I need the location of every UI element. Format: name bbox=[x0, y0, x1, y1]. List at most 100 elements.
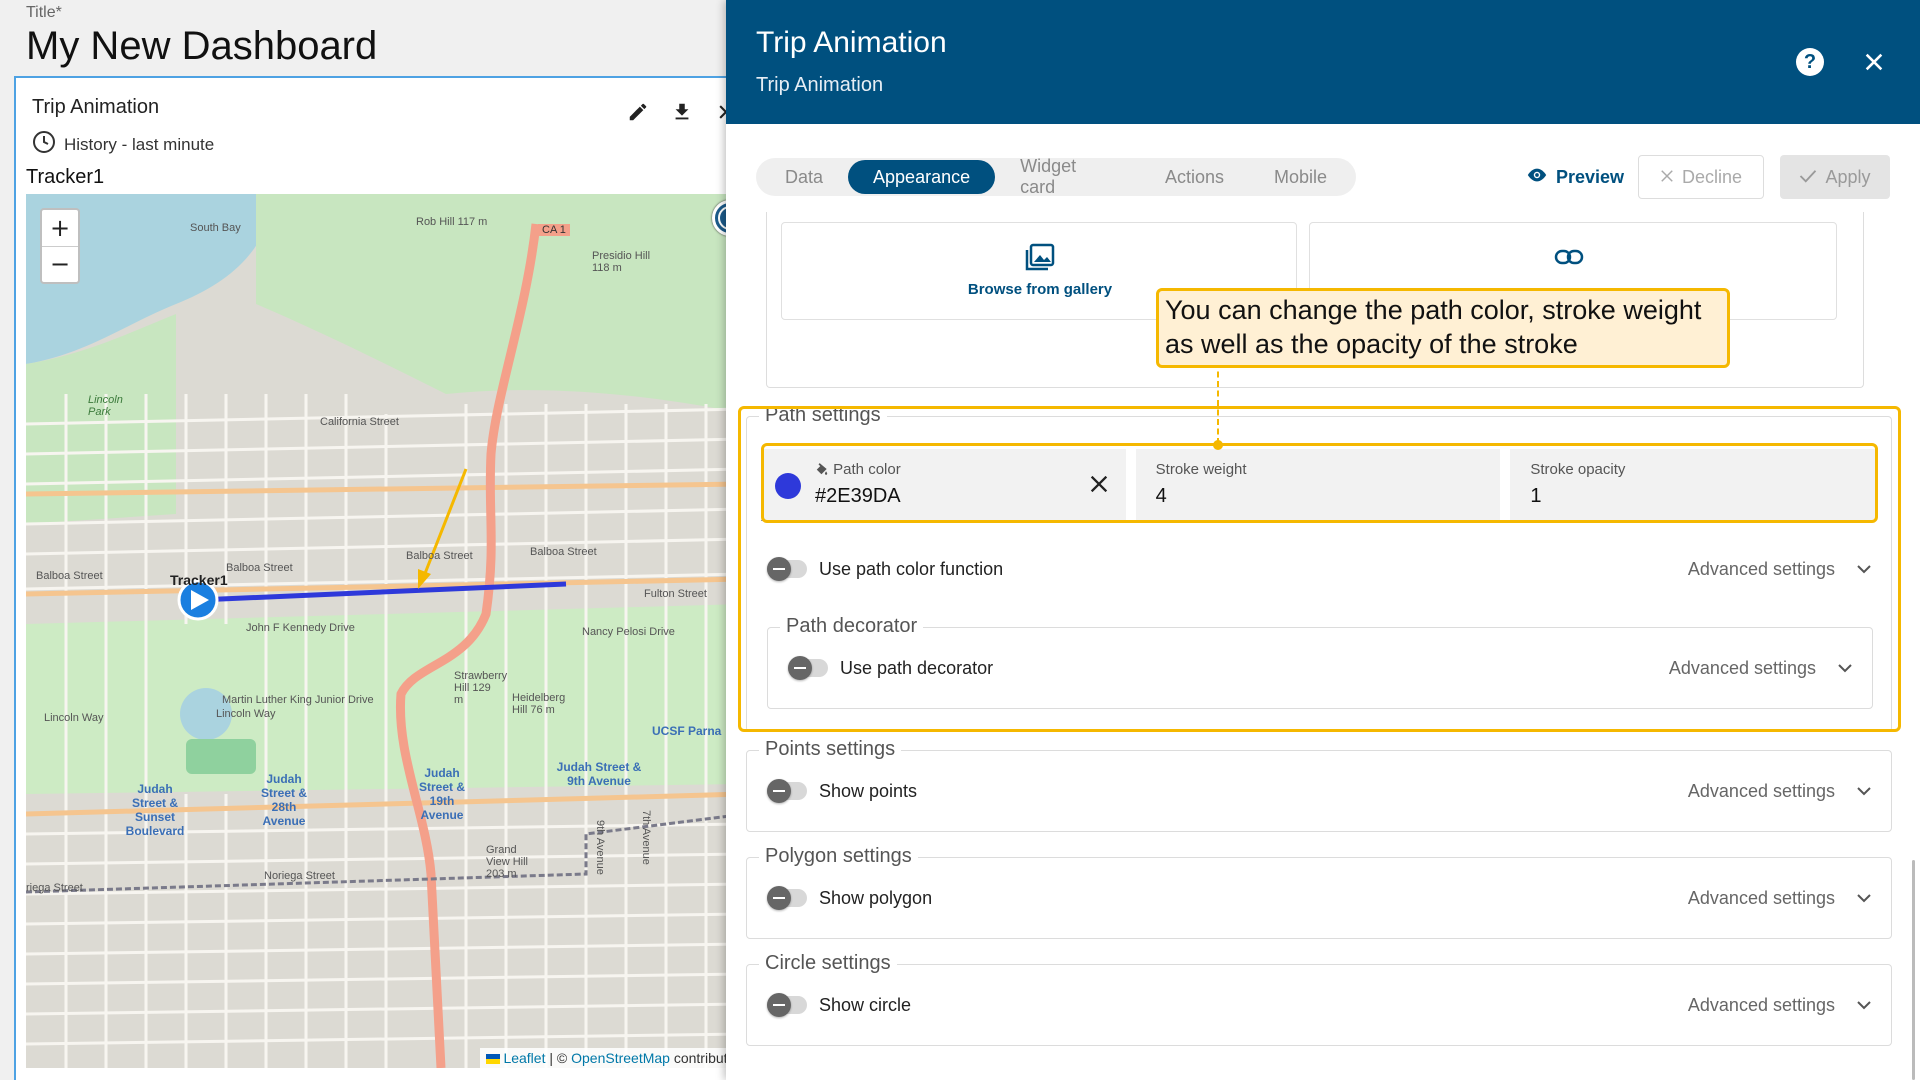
dashboard-title[interactable]: My New Dashboard bbox=[26, 24, 377, 69]
tooltip-line-2: as well as the opacity of the stroke bbox=[1165, 329, 1578, 359]
map-label-9th-avenue: 9th Avenue bbox=[594, 820, 606, 875]
map-attribution: Leaflet | © OpenStreetMap contributor bbox=[479, 1048, 726, 1068]
map-label-lincoln-way: Lincoln Way bbox=[44, 712, 104, 724]
widget-timewindow[interactable]: History - last minute bbox=[32, 130, 214, 159]
map-label-fulton-street: Fulton Street bbox=[644, 588, 707, 600]
scrollbar[interactable] bbox=[1912, 860, 1915, 1080]
map-label-7th-avenue: 7th Avenue bbox=[640, 810, 652, 865]
panel-subtitle: Trip Animation bbox=[756, 74, 884, 96]
openstreetmap-link[interactable]: OpenStreetMap bbox=[571, 1050, 670, 1066]
stroke-opacity-label: Stroke opacity bbox=[1530, 461, 1626, 478]
chevron-down-icon bbox=[1857, 1001, 1871, 1010]
show-polygon-row: Show polygon Advanced settings bbox=[767, 880, 1871, 916]
tab-data[interactable]: Data bbox=[760, 160, 848, 194]
map-label-balboa-street: Balboa Street bbox=[406, 550, 473, 562]
map-label-judah-9th: Judah Street & 9th Avenue bbox=[556, 760, 642, 788]
advanced-settings-label: Advanced settings bbox=[1687, 887, 1835, 908]
map-label-noriega-street: riega Street bbox=[26, 882, 83, 894]
path-decorator-legend: Path decorator bbox=[780, 615, 924, 638]
tooltip-anchor-dot bbox=[1213, 440, 1223, 450]
map-label-rob-hill: Rob Hill 117 m bbox=[416, 216, 488, 228]
path-color-label: Path color bbox=[815, 461, 901, 478]
tab-actions[interactable]: Actions bbox=[1140, 160, 1249, 194]
panel-title: Trip Animation bbox=[756, 26, 947, 59]
map-label-judah-sunset: Judah Street & Sunset Boulevard bbox=[125, 782, 185, 838]
show-polygon-label: Show polygon bbox=[819, 887, 933, 908]
show-points-label: Show points bbox=[819, 780, 918, 801]
dashboard-area: Title* My New Dashboard Trip Animation H… bbox=[0, 0, 726, 1080]
apply-label: Apply bbox=[1825, 166, 1871, 187]
map-label-tracker: Tracker1 bbox=[170, 572, 228, 588]
clock-icon bbox=[32, 130, 56, 159]
preview-button[interactable]: Preview bbox=[1516, 156, 1634, 198]
decline-button[interactable]: Decline bbox=[1638, 155, 1764, 199]
close-icon[interactable] bbox=[1858, 46, 1890, 78]
help-icon[interactable]: ? bbox=[1796, 48, 1824, 76]
polygon-settings-legend: Polygon settings bbox=[759, 845, 918, 868]
path-color-field[interactable]: Path color #2E39DA bbox=[761, 449, 1126, 521]
chevron-down-icon bbox=[1857, 787, 1871, 796]
stroke-weight-value[interactable]: 4 bbox=[1156, 485, 1167, 508]
tab-mobile[interactable]: Mobile bbox=[1249, 160, 1352, 194]
eye-icon bbox=[1526, 167, 1548, 188]
points-settings-section: Points settings Show points Advanced set… bbox=[746, 738, 1892, 832]
leaflet-link[interactable]: Leaflet bbox=[503, 1050, 545, 1066]
map-label-presidio-hill: Presidio Hill 118 m bbox=[592, 250, 651, 274]
map-label-california-street: California Street bbox=[320, 416, 399, 428]
zoom-out-button[interactable]: − bbox=[42, 247, 78, 283]
advanced-settings-label: Advanced settings bbox=[1668, 657, 1816, 678]
path-color-function-toggle[interactable] bbox=[767, 557, 807, 581]
map-label-lincoln-way: Lincoln Way bbox=[216, 708, 276, 720]
advanced-settings-label: Advanced settings bbox=[1687, 780, 1835, 801]
stroke-opacity-value[interactable]: 1 bbox=[1530, 485, 1541, 508]
download-icon[interactable] bbox=[670, 100, 694, 124]
chevron-down-icon bbox=[1857, 565, 1871, 574]
apply-button[interactable]: Apply bbox=[1780, 155, 1890, 199]
browse-gallery-label: Browse from gallery bbox=[967, 281, 1113, 298]
map-label-south-bay: South Bay bbox=[190, 222, 241, 234]
preview-label: Preview bbox=[1556, 166, 1625, 187]
advanced-settings-expander[interactable]: Advanced settings bbox=[1688, 995, 1871, 1016]
show-circle-toggle[interactable] bbox=[767, 993, 807, 1017]
map-label-balboa-street: Balboa Street bbox=[36, 570, 103, 582]
show-points-toggle[interactable] bbox=[767, 779, 807, 803]
map-label-mlk-drive: Martin Luther King Junior Drive bbox=[222, 694, 374, 706]
path-color-value[interactable]: #2E39DA bbox=[815, 485, 901, 508]
info-icon[interactable] bbox=[712, 200, 726, 236]
clear-color-icon[interactable] bbox=[1088, 473, 1110, 500]
pencil-icon[interactable] bbox=[626, 100, 650, 124]
map-label-balboa-street: Balboa Street bbox=[226, 562, 293, 574]
tab-widget-card[interactable]: Widget card bbox=[995, 156, 1140, 197]
circle-settings-legend: Circle settings bbox=[759, 952, 897, 975]
path-settings-section: Path settings Path color #2E39DA Stroke … bbox=[746, 404, 1892, 732]
stroke-weight-field[interactable]: Stroke weight 4 bbox=[1135, 449, 1501, 521]
zoom-in-button[interactable]: + bbox=[42, 210, 78, 247]
tooltip-line-1: You can change the path color, stroke we… bbox=[1165, 295, 1702, 325]
map-label-judah-28th: Judah Street & 28th Avenue bbox=[260, 772, 307, 828]
path-color-swatch[interactable] bbox=[775, 473, 801, 499]
circle-settings-section: Circle settings Show circle Advanced set… bbox=[746, 952, 1892, 1046]
check-icon bbox=[1799, 167, 1817, 188]
show-points-row: Show points Advanced settings bbox=[767, 773, 1871, 809]
advanced-settings-expander[interactable]: Advanced settings bbox=[1688, 781, 1871, 802]
advanced-settings-expander[interactable]: Advanced settings bbox=[1688, 559, 1871, 580]
gallery-icon bbox=[1025, 243, 1055, 275]
advanced-settings-expander[interactable]: Advanced settings bbox=[1669, 658, 1852, 679]
map-label-jfk-drive: John F Kennedy Drive bbox=[246, 622, 355, 634]
map-label-noriega-street: Noriega Street bbox=[264, 870, 335, 882]
attribution-separator: | © bbox=[545, 1050, 572, 1066]
advanced-settings-expander[interactable]: Advanced settings bbox=[1688, 888, 1871, 909]
path-decorator-toggle[interactable] bbox=[788, 656, 828, 680]
close-icon[interactable] bbox=[714, 100, 726, 124]
path-style-inputs: Path color #2E39DA Stroke weight 4 Strok… bbox=[761, 449, 1876, 521]
advanced-settings-label: Advanced settings bbox=[1687, 558, 1835, 579]
map[interactable]: South Bay Rob Hill 117 m CA 1 Presidio H… bbox=[26, 194, 726, 1068]
map-label-lincoln-park: Lincoln Park bbox=[88, 394, 123, 418]
stroke-opacity-field[interactable]: Stroke opacity 1 bbox=[1510, 449, 1876, 521]
show-polygon-toggle[interactable] bbox=[767, 886, 807, 910]
tab-appearance[interactable]: Appearance bbox=[848, 160, 996, 194]
path-color-function-row: Use path color function Advanced setting… bbox=[767, 551, 1871, 587]
widget-title: Trip Animation bbox=[32, 96, 160, 118]
polygon-settings-section: Polygon settings Show polygon Advanced s… bbox=[746, 845, 1892, 939]
map-label-strawberry-hill: Strawberry Hill 129 m bbox=[454, 670, 508, 706]
